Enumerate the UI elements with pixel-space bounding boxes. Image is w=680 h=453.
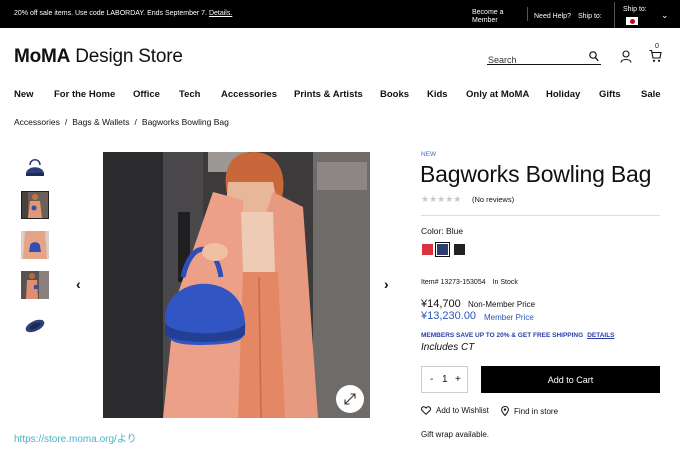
thumbnail-model-front[interactable]	[21, 191, 49, 219]
thumbnail-model-street[interactable]	[21, 271, 49, 299]
heart-icon	[421, 406, 431, 415]
qty-plus-button[interactable]: +	[455, 374, 461, 385]
promo-message: 20% off sale items. Use code LABORDAY. E…	[14, 10, 232, 17]
wishlist-label: Add to Wishlist	[436, 406, 489, 415]
promo-details-link[interactable]: Details.	[209, 10, 232, 17]
cart-icon[interactable]	[649, 49, 662, 63]
breadcrumb-separator: /	[134, 117, 137, 127]
ship-to-label: Ship to:	[578, 13, 602, 20]
location-pin-icon	[501, 405, 509, 417]
review-count[interactable]: (No reviews)	[472, 195, 514, 204]
nav-item-books[interactable]: Books	[380, 89, 409, 100]
non-member-price-label: Non-Member Price	[468, 300, 536, 309]
breadcrumb-separator: /	[64, 117, 68, 127]
nav-item-holiday[interactable]: Holiday	[546, 89, 580, 100]
gift-wrap-note: Gift wrap available.	[421, 430, 490, 439]
logo-rest: Design Store	[70, 46, 183, 67]
next-image-arrow[interactable]: ›	[384, 276, 389, 292]
ship-to-box-label: Ship to:	[623, 6, 647, 13]
nav-item-tech[interactable]: Tech	[179, 89, 200, 100]
source-credit: https://store.moma.org/より	[14, 434, 137, 445]
model-photo-image	[22, 192, 48, 218]
model-street-image	[21, 271, 49, 299]
includes-note: Includes CT	[421, 342, 475, 353]
bag-product-image	[21, 152, 49, 180]
promo-divider	[527, 7, 528, 21]
search-icon[interactable]	[589, 51, 599, 62]
item-info: Item# 13273-153054 In Stock	[421, 279, 518, 286]
quantity-stepper: - 1 +	[421, 366, 468, 393]
model-bag-image	[21, 231, 49, 259]
become-member-link[interactable]: Become a Member	[472, 9, 516, 25]
nav-item-kids[interactable]: Kids	[427, 89, 448, 100]
thumbnail-model-bag[interactable]	[21, 231, 49, 259]
product-title: Bagworks Bowling Bag	[420, 161, 652, 187]
japan-flag-icon	[626, 17, 638, 25]
breadcrumb: Accessories / Bags & Wallets / Bagworks Bowl…	[14, 117, 229, 127]
divider	[421, 215, 660, 216]
new-badge: NEW	[421, 151, 437, 158]
swatch-red[interactable]	[422, 244, 433, 255]
qty-minus-button[interactable]: -	[430, 374, 433, 385]
find-in-store-label: Find in store	[514, 407, 559, 416]
bag-side-image	[21, 311, 49, 339]
breadcrumb-bags-wallets[interactable]: Bags & Wallets	[72, 117, 129, 127]
search-input[interactable]	[487, 53, 583, 67]
nav-item-gifts[interactable]: Gifts	[599, 89, 621, 100]
member-price-label: Member Price	[484, 313, 534, 322]
logo-bold: MoMA	[14, 46, 71, 67]
nav-item-office[interactable]: Office	[133, 89, 160, 100]
thumbnail-bag-side[interactable]	[21, 311, 49, 339]
nav-item-accessories[interactable]: Accessories	[221, 89, 277, 100]
qty-value[interactable]: 1	[442, 374, 448, 385]
ship-to-selector[interactable]: Ship to: ⌄	[614, 2, 680, 28]
prev-image-arrow[interactable]: ‹	[76, 276, 81, 292]
breadcrumb-accessories[interactable]: Accessories	[14, 117, 60, 127]
swatch-black[interactable]	[454, 244, 465, 255]
model-with-bag-photo	[103, 152, 370, 418]
main-product-image[interactable]	[103, 152, 370, 418]
members-details-link[interactable]: DETAILS	[587, 332, 614, 339]
member-price: ¥13,230.00	[421, 310, 477, 322]
promo-text: 20% off sale items. Use code LABORDAY. E…	[14, 10, 207, 17]
swatch-blue[interactable]	[435, 242, 450, 257]
find-in-store-link[interactable]: Find in store	[501, 405, 559, 417]
user-icon[interactable]	[620, 50, 632, 63]
expand-icon	[344, 393, 356, 405]
item-number: Item# 13273-153054	[421, 279, 486, 286]
moma-logo[interactable]: MoMA Design Store	[14, 46, 183, 68]
promo-bar: 20% off sale items. Use code LABORDAY. E…	[0, 0, 680, 28]
nav-item-prints-artists[interactable]: Prints & Artists	[294, 89, 363, 100]
main-nav: New For the Home Office Tech Accessories…	[0, 89, 680, 103]
members-promo: MEMBERS SAVE UP TO 20% & GET FREE SHIPPI…	[421, 332, 615, 339]
stock-status: In Stock	[492, 279, 518, 286]
thumbnail-bag-product[interactable]	[21, 152, 49, 180]
members-promo-text: MEMBERS SAVE UP TO 20% & GET FREE SHIPPI…	[421, 332, 584, 339]
add-to-cart-button[interactable]: Add to Cart	[481, 366, 660, 393]
need-help-link[interactable]: Need Help?	[534, 13, 571, 20]
nav-item-for-the-home[interactable]: For the Home	[54, 89, 115, 100]
color-label: Color: Blue	[421, 226, 464, 236]
nav-item-sale[interactable]: Sale	[641, 89, 661, 100]
nav-item-new[interactable]: New	[14, 89, 34, 100]
add-to-wishlist-link[interactable]: Add to Wishlist	[421, 406, 489, 415]
non-member-price: ¥14,700	[421, 298, 461, 310]
breadcrumb-current: Bagworks Bowling Bag	[141, 117, 229, 127]
chevron-down-icon: ⌄	[661, 10, 669, 20]
expand-image-button[interactable]	[336, 385, 364, 413]
nav-item-only-at-moma[interactable]: Only at MoMA	[466, 89, 529, 100]
rating-stars[interactable]: ★★★★★	[421, 194, 461, 205]
search-bar	[487, 50, 601, 67]
